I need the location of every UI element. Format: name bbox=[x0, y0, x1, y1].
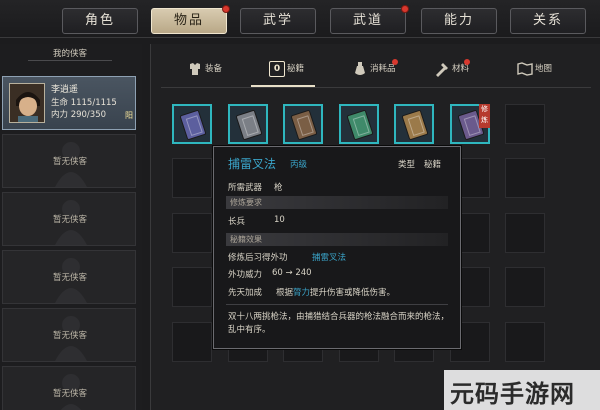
manual-book-icon bbox=[179, 109, 207, 141]
innate-text: 根据 bbox=[276, 288, 294, 298]
category-manuals[interactable]: 0 秘籍 bbox=[269, 56, 304, 82]
armor-icon bbox=[190, 62, 200, 75]
manual-book-icon bbox=[346, 109, 374, 141]
category-consumables[interactable]: 消耗品 bbox=[352, 56, 398, 82]
notification-dot bbox=[464, 59, 470, 65]
item-description: 双十八两挑枪法，由捕猎结合兵器的枪法融合而来的枪法，乱中有序。 bbox=[228, 312, 450, 335]
item-title: 捕雷叉法 bbox=[228, 157, 277, 171]
manual-book-icon bbox=[401, 109, 429, 141]
notification-dot bbox=[392, 59, 398, 65]
empty-item-slot[interactable] bbox=[505, 322, 545, 362]
manual-item-slot[interactable] bbox=[394, 104, 434, 144]
manual-item-slot[interactable] bbox=[339, 104, 379, 144]
innate-attribute: 膂力 bbox=[293, 288, 311, 298]
book-icon: 0 bbox=[269, 60, 285, 77]
avatar bbox=[9, 83, 45, 123]
character-sidebar: 我的侠客 李逍遥 生命 1115/1115 内力 290/350 阳 暂无侠客 … bbox=[0, 44, 142, 410]
tab-label: 能力 bbox=[443, 13, 474, 28]
tab-character[interactable]: 角色 bbox=[62, 8, 138, 34]
character-tag: 阳 bbox=[125, 111, 133, 120]
requirement-label: 长兵 bbox=[228, 217, 246, 227]
watermark: 元码手游网 bbox=[450, 379, 575, 408]
item-tooltip: 捕雷叉法 丙级 类型 秘籍 所需武器 枪 修炼要求 长兵 10 秘籍效果 修炼后… bbox=[213, 146, 461, 349]
potion-icon bbox=[355, 61, 365, 75]
material-icon bbox=[436, 62, 448, 77]
innate-text: 提升伤害或降低伤害。 bbox=[310, 288, 396, 298]
category-materials[interactable]: 材料 bbox=[434, 56, 470, 82]
empty-item-slot[interactable] bbox=[172, 213, 212, 253]
skill-value: 捕雷叉法 bbox=[312, 253, 347, 263]
power-label: 外功威力 bbox=[228, 270, 263, 280]
notification-dot bbox=[401, 5, 409, 13]
category-label: 消耗品 bbox=[370, 64, 396, 74]
power-value: 60 → 240 bbox=[272, 268, 312, 278]
cultivating-badge: 修炼 bbox=[479, 104, 490, 128]
tab-relations[interactable]: 关系 bbox=[510, 8, 586, 34]
empty-slot[interactable]: 暂无侠客 bbox=[2, 308, 136, 362]
empty-item-slot[interactable] bbox=[505, 267, 545, 307]
item-type-value: 秘籍 bbox=[424, 160, 442, 170]
divider bbox=[226, 304, 448, 305]
manual-item-slot[interactable]: 修炼 bbox=[450, 104, 490, 144]
empty-item-slot[interactable] bbox=[172, 158, 212, 198]
innate-value: 根据膂力提升伤害或降低伤害。 bbox=[276, 286, 395, 298]
tab-ability[interactable]: 能力 bbox=[421, 8, 497, 34]
weapon-label: 所需武器 bbox=[228, 183, 263, 193]
weapon-value: 枪 bbox=[274, 183, 283, 193]
empty-item-slot[interactable] bbox=[505, 104, 545, 144]
item-type-label: 类型 bbox=[398, 160, 416, 170]
tab-label: 角色 bbox=[84, 13, 115, 28]
divider bbox=[161, 87, 591, 88]
empty-item-slot[interactable] bbox=[505, 213, 545, 253]
tab-label: 物品 bbox=[173, 13, 204, 28]
empty-slot-label: 暂无侠客 bbox=[52, 331, 87, 341]
empty-slot[interactable]: 暂无侠客 bbox=[2, 134, 136, 188]
category-equipment[interactable]: 装备 bbox=[187, 56, 222, 82]
category-label: 材料 bbox=[452, 64, 470, 74]
requirements-header: 修炼要求 bbox=[226, 196, 448, 209]
category-label: 地图 bbox=[535, 64, 553, 74]
skill-label: 修炼后习得外功 bbox=[228, 253, 288, 263]
requirement-value: 10 bbox=[274, 215, 285, 225]
top-tab-bar: 角色 物品 武学 武道 能力 关系 bbox=[0, 0, 600, 38]
manual-book-icon bbox=[235, 109, 263, 141]
character-name: 李逍遥 bbox=[51, 85, 79, 95]
empty-slot-label: 暂无侠客 bbox=[52, 273, 87, 283]
innate-label: 先天加成 bbox=[228, 288, 263, 298]
empty-item-slot[interactable] bbox=[505, 158, 545, 198]
category-label: 装备 bbox=[205, 64, 223, 74]
empty-slot[interactable]: 暂无侠客 bbox=[2, 250, 136, 304]
empty-item-slot[interactable] bbox=[172, 267, 212, 307]
item-grade: 丙级 bbox=[290, 160, 308, 170]
manual-item-slot[interactable] bbox=[172, 104, 212, 144]
empty-slot-label: 暂无侠客 bbox=[52, 389, 87, 399]
character-card-selected[interactable]: 李逍遥 生命 1115/1115 内力 290/350 阳 bbox=[2, 76, 136, 130]
tab-label: 关系 bbox=[532, 13, 563, 28]
tab-label: 武学 bbox=[262, 13, 293, 28]
empty-slot[interactable]: 暂无侠客 bbox=[2, 366, 136, 410]
manual-item-slot[interactable] bbox=[228, 104, 268, 144]
empty-slot-label: 暂无侠客 bbox=[52, 157, 87, 167]
tab-items[interactable]: 物品 bbox=[151, 5, 230, 34]
tab-label: 武道 bbox=[352, 13, 383, 28]
effects-header: 秘籍效果 bbox=[226, 233, 448, 246]
map-icon bbox=[517, 61, 533, 76]
character-mp: 内力 290/350 bbox=[51, 110, 107, 120]
empty-item-slot[interactable] bbox=[172, 322, 212, 362]
empty-slot-label: 暂无侠客 bbox=[52, 215, 87, 225]
notification-dot bbox=[222, 5, 230, 13]
manual-item-slot[interactable] bbox=[283, 104, 323, 144]
manual-book-icon bbox=[290, 109, 318, 141]
category-label: 秘籍 bbox=[287, 64, 305, 74]
tab-martial-way[interactable]: 武道 bbox=[330, 5, 409, 34]
character-hp: 生命 1115/1115 bbox=[51, 98, 117, 108]
tab-martial-arts[interactable]: 武学 bbox=[240, 8, 316, 34]
category-maps[interactable]: 地图 bbox=[517, 56, 552, 82]
sidebar-title: 我的侠客 bbox=[28, 47, 112, 61]
empty-slot[interactable]: 暂无侠客 bbox=[2, 192, 136, 246]
